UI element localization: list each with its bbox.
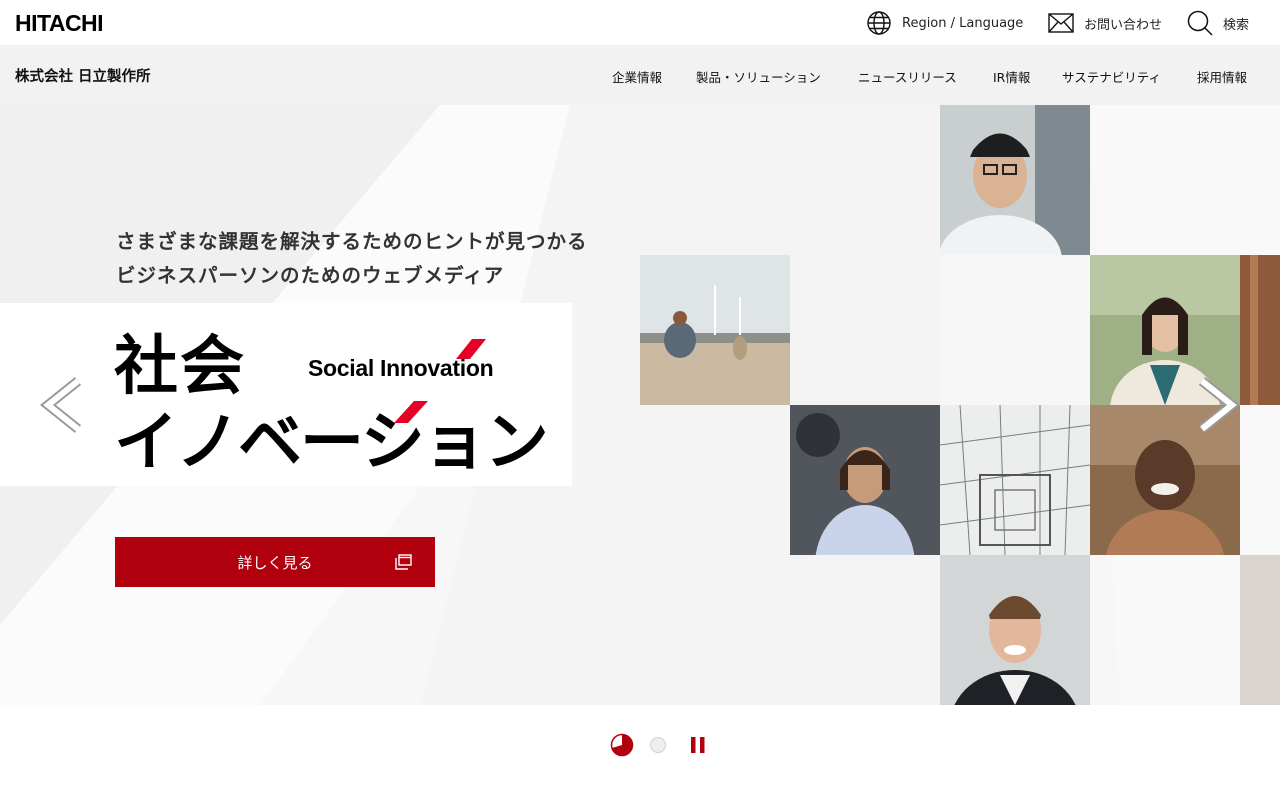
hero-tagline-line2: ビジネスパーソンのためのウェブメディア xyxy=(116,264,505,287)
corporate-name-link[interactable]: 株式会社 日立製作所 xyxy=(15,65,151,86)
pause-icon xyxy=(691,737,705,753)
hero-carousel: さまざまな課題を解決するためのヒントが見つかる ビジネスパーソンのためのウェブメ… xyxy=(0,105,1280,705)
carousel-dot-1-active[interactable] xyxy=(610,733,634,761)
contact-link[interactable]: お問い合わせ xyxy=(1048,9,1162,37)
hero-tagline: さまざまな課題を解決するためのヒントが見つかる ビジネスパーソンのためのウェブメ… xyxy=(116,225,588,293)
search-link[interactable]: 検索 xyxy=(1187,9,1249,37)
contact-label: お問い合わせ xyxy=(1084,17,1163,33)
photo-tile-edge-bottom xyxy=(1240,555,1280,705)
chevron-left-icon xyxy=(39,377,82,433)
nav-item-products-solutions[interactable]: 製品・ソリューション xyxy=(696,67,821,86)
hero-tagline-line1: さまざまな課題を解決するためのヒントが見つかる xyxy=(116,230,588,253)
region-language-link[interactable]: Region / Language xyxy=(866,9,1023,37)
chevron-right-icon xyxy=(1198,377,1241,433)
hero-title-jp-line1: 社会 xyxy=(114,330,246,404)
nav-item-sustainability[interactable]: サステナビリティ xyxy=(1062,67,1161,86)
carousel-pause-button[interactable] xyxy=(690,737,706,757)
top-utility-bar: HITACHI Region / Language お問い合わせ 検索 xyxy=(0,0,1280,45)
search-icon xyxy=(1187,10,1213,36)
photo-tile-man-with-cap xyxy=(940,105,1090,255)
carousel-next-arrow[interactable] xyxy=(1196,377,1242,437)
global-nav: 株式会社 日立製作所 企業情報 製品・ソリューション ニュースリリース IR情報… xyxy=(0,45,1280,105)
nav-item-careers[interactable]: 採用情報 xyxy=(1197,67,1247,86)
search-label: 検索 xyxy=(1223,17,1250,33)
photo-tile-young-man xyxy=(940,555,1090,705)
photo-tile-edge xyxy=(1240,255,1280,405)
nav-item-ir[interactable]: IR情報 xyxy=(993,67,1030,86)
nav-item-news-releases[interactable]: ニュースリリース xyxy=(858,67,957,86)
photo-tile-woman-lab xyxy=(790,405,940,555)
mail-icon xyxy=(1048,13,1074,33)
photo-tile-server-structure xyxy=(940,405,1090,555)
hitachi-logo[interactable]: HITACHI xyxy=(15,10,104,37)
region-language-label: Region / Language xyxy=(902,15,1024,31)
external-window-icon xyxy=(395,554,412,574)
red-slash-mark xyxy=(394,339,486,423)
learn-more-label: 詳しく見る xyxy=(237,553,313,572)
photo-tile-beach-windmills xyxy=(640,255,790,405)
carousel-dot-2[interactable] xyxy=(649,736,667,758)
carousel-prev-arrow[interactable] xyxy=(38,377,84,437)
nav-item-corporate-info[interactable]: 企業情報 xyxy=(612,67,662,86)
globe-icon xyxy=(866,10,892,36)
learn-more-button[interactable]: 詳しく見る xyxy=(115,537,435,587)
